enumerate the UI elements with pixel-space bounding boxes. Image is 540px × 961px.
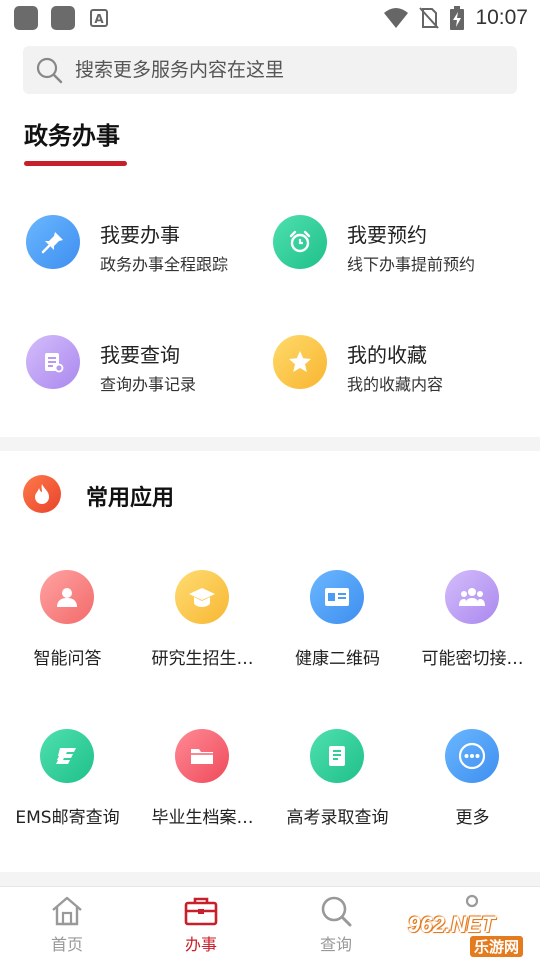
service-subtitle: 线下办事提前预约 xyxy=(347,255,476,274)
alarm-clock-icon xyxy=(273,215,327,269)
star-icon xyxy=(273,335,327,389)
service-title: 我的收藏 xyxy=(347,343,427,367)
app-label: 高考录取查询 xyxy=(286,808,389,828)
nav-label: 首页 xyxy=(50,935,83,954)
keyboard-a-icon: A xyxy=(90,9,108,27)
watermark-logo: 962.NET 乐游网 xyxy=(402,912,536,957)
pin-icon xyxy=(26,215,80,269)
app-more[interactable]: 更多 xyxy=(405,729,540,839)
app-ems-query[interactable]: EMS邮寄查询 xyxy=(0,729,135,839)
svg-text:A: A xyxy=(94,12,104,26)
app-label: 健康二维码 xyxy=(295,649,380,669)
status-bar: A 10:07 xyxy=(0,0,540,36)
app-label: 毕业生档案… xyxy=(151,808,254,828)
service-subtitle: 我的收藏内容 xyxy=(347,375,444,394)
nav-tab-query[interactable]: 查询 xyxy=(286,895,386,957)
service-query[interactable]: 我要查询 查询办事记录 xyxy=(26,327,276,397)
app-health-qrcode[interactable]: 健康二维码 xyxy=(270,570,405,680)
service-favorites[interactable]: 我的收藏 我的收藏内容 xyxy=(273,327,523,397)
service-title: 我要查询 xyxy=(100,343,180,367)
app-label: 更多 xyxy=(455,808,490,828)
nav-tab-affairs[interactable]: 办事 xyxy=(151,895,251,957)
nav-label: 办事 xyxy=(184,935,217,954)
status-time: 10:07 xyxy=(475,6,528,29)
search-icon xyxy=(321,896,352,927)
section-title-underline xyxy=(24,161,127,166)
ems-icon xyxy=(40,729,94,783)
watermark-top-text: 962.NET xyxy=(408,912,495,937)
wifi-icon xyxy=(384,8,409,28)
service-subtitle: 政务办事全程跟踪 xyxy=(100,255,229,274)
app-graduate-admission[interactable]: 研究生招生… xyxy=(135,570,270,680)
app-close-contact[interactable]: 可能密切接… xyxy=(405,570,540,680)
nav-label: 查询 xyxy=(319,935,352,954)
graduation-cap-icon xyxy=(175,570,229,624)
app-label: EMS邮寄查询 xyxy=(15,808,120,828)
section-divider xyxy=(0,872,540,886)
search-icon xyxy=(36,57,63,84)
app-smart-qa[interactable]: 智能问答 xyxy=(0,570,135,680)
no-sim-icon xyxy=(419,7,440,29)
group-icon xyxy=(445,570,499,624)
service-subtitle: 查询办事记录 xyxy=(100,375,197,394)
search-input[interactable] xyxy=(73,58,497,82)
watermark-bottom-text: 乐游网 xyxy=(470,936,524,957)
app-label: 智能问答 xyxy=(33,649,102,669)
app-graduate-archive[interactable]: 毕业生档案… xyxy=(135,729,270,839)
briefcase-icon xyxy=(184,897,218,926)
nav-tab-home[interactable]: 首页 xyxy=(17,895,117,957)
person-icon xyxy=(40,570,94,624)
service-title: 我要预约 xyxy=(347,223,427,247)
home-icon xyxy=(52,896,82,926)
fire-icon xyxy=(23,475,61,513)
service-handle-affairs[interactable]: 我要办事 政务办事全程跟踪 xyxy=(26,207,276,277)
battery-charging-icon xyxy=(450,6,465,30)
document-icon xyxy=(310,729,364,783)
gov-section-title: 政务办事 xyxy=(24,122,120,150)
apps-section-title: 常用应用 xyxy=(86,486,175,511)
folder-icon xyxy=(175,729,229,783)
section-divider xyxy=(0,437,540,451)
document-search-icon xyxy=(26,335,80,389)
more-dots-icon xyxy=(445,729,499,783)
app-notification-icon xyxy=(51,6,75,30)
search-bar[interactable] xyxy=(23,46,517,94)
app-label: 可能密切接… xyxy=(421,649,524,669)
service-title: 我要办事 xyxy=(100,223,180,247)
service-appointment[interactable]: 我要预约 线下办事提前预约 xyxy=(273,207,523,277)
app-gaokao-admission[interactable]: 高考录取查询 xyxy=(270,729,405,839)
app-label: 研究生招生… xyxy=(151,649,254,669)
id-card-icon xyxy=(310,570,364,624)
app-notification-icon xyxy=(14,6,38,30)
